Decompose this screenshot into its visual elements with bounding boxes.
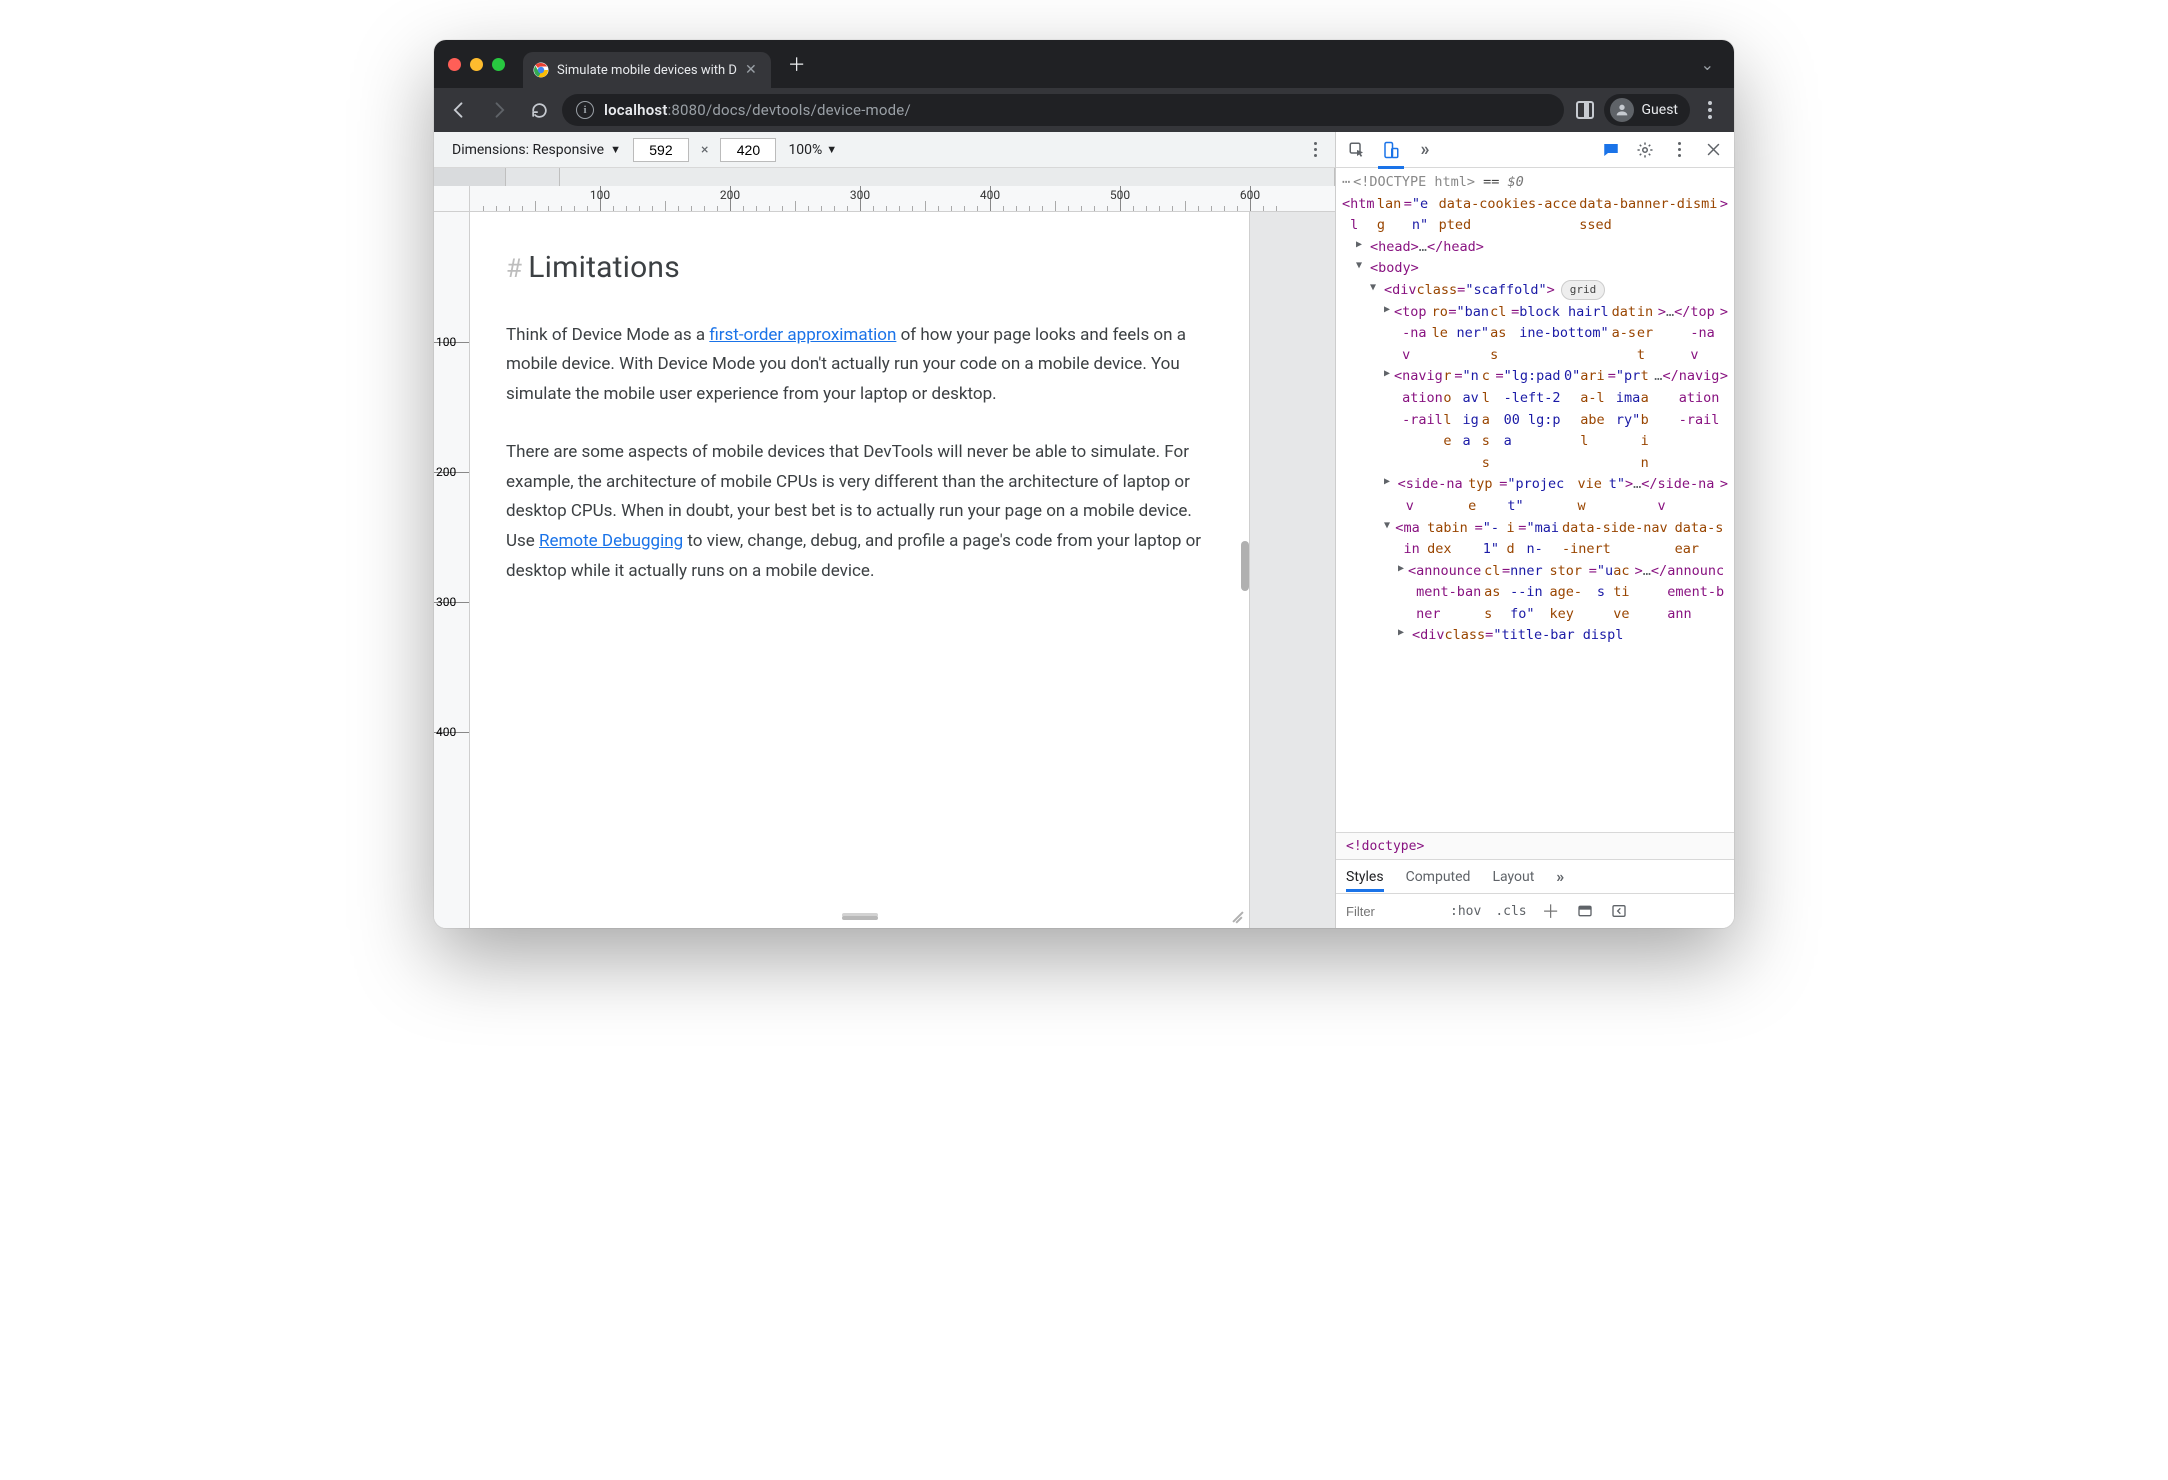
viewport-area: 100200300400500600 100200300400 #Limitat…	[434, 186, 1335, 928]
zoom-dropdown[interactable]: 100% ▼	[788, 142, 837, 158]
devtools-menu-button[interactable]	[1664, 135, 1694, 165]
feedback-icon[interactable]	[1596, 135, 1626, 165]
tab-title: Simulate mobile devices with D	[557, 63, 737, 78]
workarea: Dimensions: Responsive ▼ × 100% ▼ 100200…	[434, 132, 1734, 928]
chrome-favicon-icon	[533, 62, 549, 78]
resize-handle-corner[interactable]	[1231, 908, 1245, 922]
traffic-lights	[448, 58, 505, 71]
cls-toggle[interactable]: .cls	[1495, 904, 1526, 919]
resize-handle-horizontal[interactable]	[842, 916, 878, 920]
hov-toggle[interactable]: :hov	[1450, 904, 1481, 919]
ruler-vertical[interactable]: 100200300400	[434, 212, 470, 928]
devtools-toolbar: »	[1336, 132, 1734, 168]
elements-tree[interactable]: ⋯<!DOCTYPE html> == $0 <html lang="en" d…	[1336, 168, 1734, 832]
tab-styles[interactable]: Styles	[1346, 863, 1384, 891]
reload-button[interactable]	[522, 93, 556, 127]
paragraph: There are some aspects of mobile devices…	[506, 438, 1209, 587]
new-tab-button[interactable]: ＋	[783, 50, 811, 78]
profile-chip[interactable]: Guest	[1604, 94, 1690, 126]
profile-label: Guest	[1642, 102, 1678, 118]
browser-window: Simulate mobile devices with D ✕ ＋ ⌄ i l…	[434, 40, 1734, 928]
toggle-sidebar-icon[interactable]	[1609, 901, 1629, 921]
ruler-corner	[434, 186, 470, 212]
scrollbar-thumb[interactable]	[1241, 541, 1249, 591]
more-tabs-button[interactable]: »	[1410, 135, 1440, 165]
styles-filter-bar: :hov .cls ＋	[1336, 894, 1734, 928]
settings-icon[interactable]	[1630, 135, 1660, 165]
device-area: Dimensions: Responsive ▼ × 100% ▼ 100200…	[434, 132, 1336, 928]
inspect-element-button[interactable]	[1342, 135, 1372, 165]
height-input[interactable]	[720, 138, 776, 162]
window-minimize-button[interactable]	[470, 58, 483, 71]
hash-icon: #	[506, 254, 522, 284]
page-heading: #Limitations	[506, 242, 1209, 295]
side-panel-icon[interactable]	[1576, 101, 1594, 119]
more-tabs-button[interactable]: »	[1556, 861, 1564, 892]
ruler-horizontal[interactable]: 100200300400500600	[470, 186, 1335, 212]
omnibox[interactable]: i localhost:8080/docs/devtools/device-mo…	[562, 94, 1564, 126]
close-devtools-button[interactable]	[1698, 135, 1728, 165]
simulated-viewport[interactable]: #Limitations Think of Device Mode as a f…	[470, 212, 1250, 928]
width-input[interactable]	[633, 138, 689, 162]
link-first-order[interactable]: first-order approximation	[709, 325, 896, 345]
filter-input[interactable]	[1346, 904, 1436, 919]
back-button[interactable]	[442, 93, 476, 127]
tab-computed[interactable]: Computed	[1406, 863, 1471, 891]
device-toolbar: Dimensions: Responsive ▼ × 100% ▼	[434, 132, 1335, 168]
dimensions-dropdown[interactable]: Dimensions: Responsive ▼	[452, 142, 621, 158]
url-text: localhost:8080/docs/devtools/device-mode…	[604, 101, 911, 119]
forward-button[interactable]	[482, 93, 516, 127]
media-query-bar[interactable]	[434, 168, 1335, 186]
devtools-panel: » ⋯<!DOCTYPE html> == $0 <html lang="en"…	[1336, 132, 1734, 928]
chevron-down-icon: ▼	[610, 143, 621, 156]
styles-tabbar: Styles Computed Layout »	[1336, 860, 1734, 894]
titlebar: Simulate mobile devices with D ✕ ＋ ⌄	[434, 40, 1734, 88]
page-content: #Limitations Think of Device Mode as a f…	[470, 212, 1249, 645]
chevron-down-icon: ▼	[826, 143, 837, 156]
device-toolbar-menu[interactable]	[1314, 142, 1317, 157]
paragraph: Think of Device Mode as a first-order ap…	[506, 321, 1209, 410]
breadcrumb[interactable]: <!doctype>	[1336, 832, 1734, 860]
window-zoom-button[interactable]	[492, 58, 505, 71]
browser-tab[interactable]: Simulate mobile devices with D ✕	[523, 52, 771, 88]
computed-styles-icon[interactable]	[1575, 901, 1595, 921]
new-style-rule-icon[interactable]: ＋	[1541, 901, 1561, 921]
tab-layout[interactable]: Layout	[1492, 863, 1534, 891]
avatar-icon	[1610, 98, 1634, 122]
dimension-x: ×	[701, 142, 708, 158]
tab-close-icon[interactable]: ✕	[745, 62, 757, 78]
toggle-device-toolbar-button[interactable]	[1376, 135, 1406, 165]
tab-search-icon[interactable]: ⌄	[1701, 55, 1714, 74]
window-close-button[interactable]	[448, 58, 461, 71]
browser-menu-button[interactable]	[1700, 101, 1720, 119]
site-info-icon[interactable]: i	[576, 101, 594, 119]
link-remote-debugging[interactable]: Remote Debugging	[539, 531, 683, 551]
address-bar: i localhost:8080/docs/devtools/device-mo…	[434, 88, 1734, 132]
